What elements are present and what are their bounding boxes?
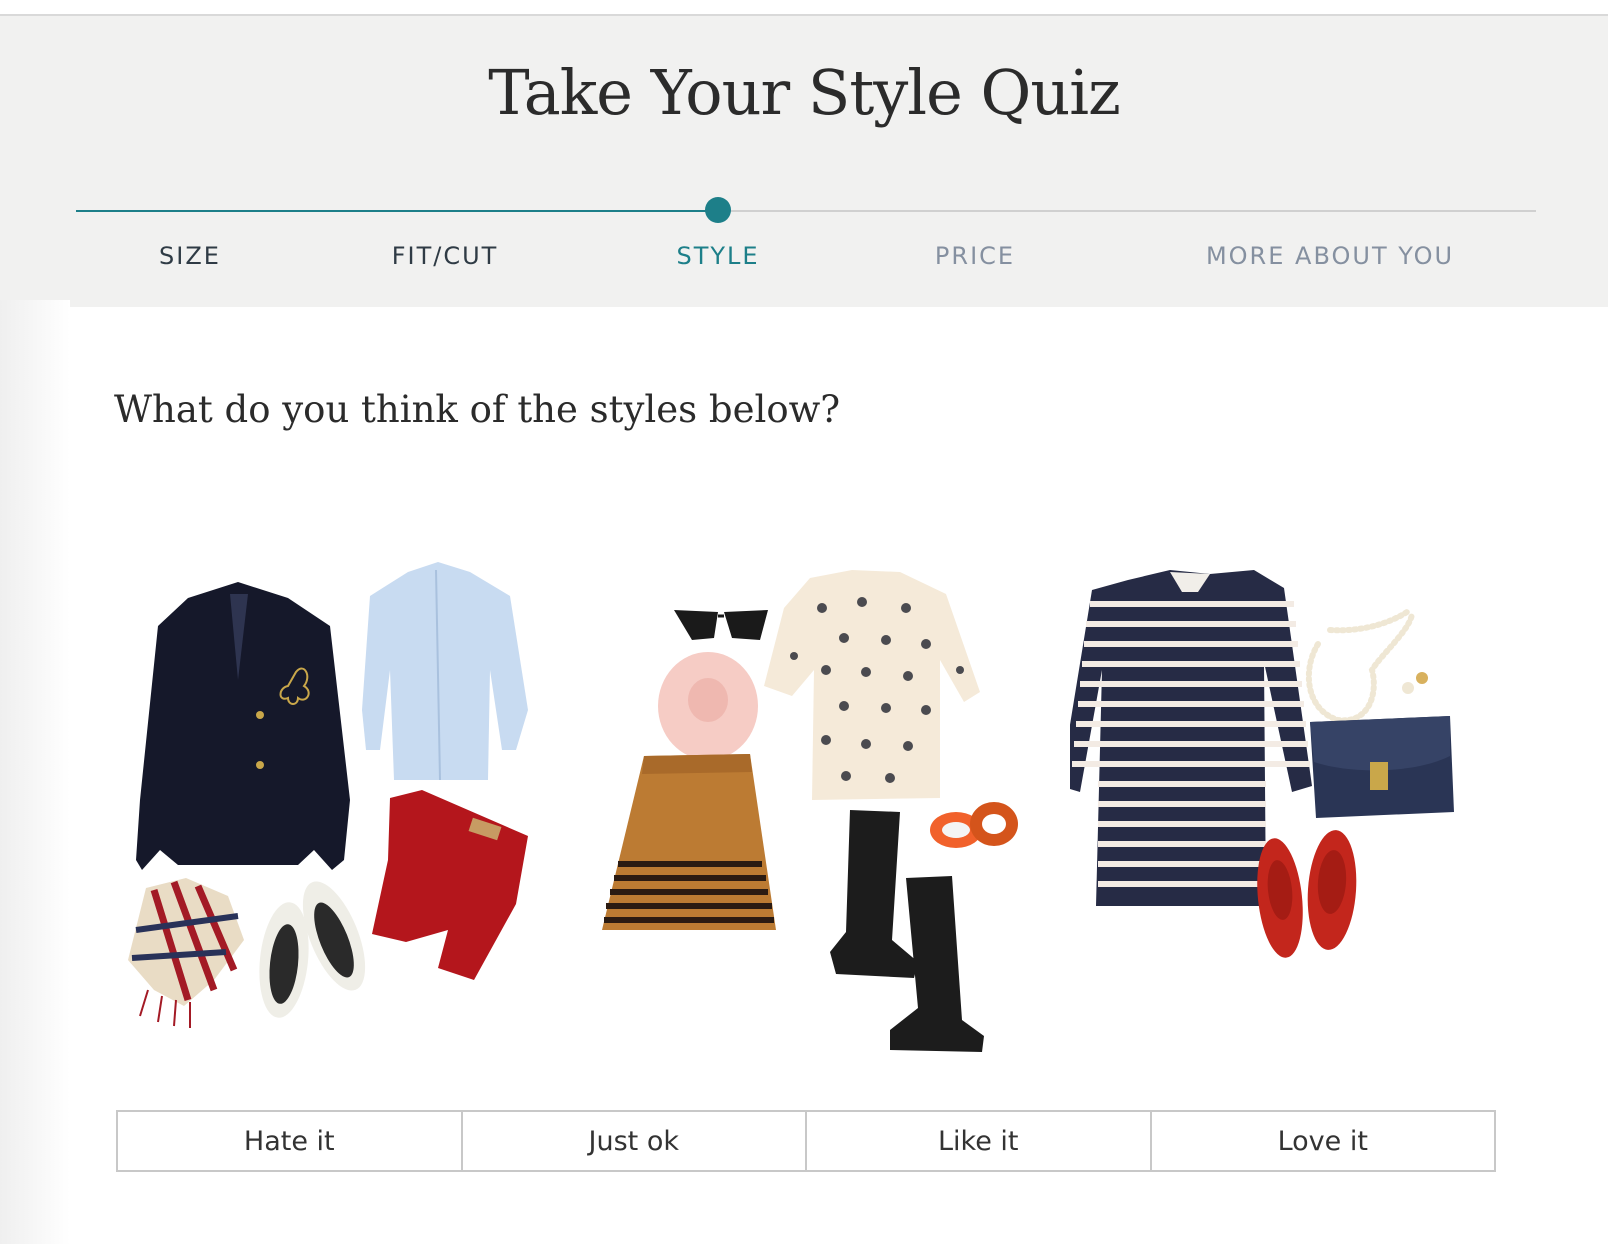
hate-it-button[interactable]: Hate it bbox=[118, 1112, 463, 1170]
outfit-polka-dot-image bbox=[602, 570, 1018, 1052]
navy-clutch bbox=[1310, 716, 1454, 818]
plaid-scarf bbox=[128, 878, 244, 1028]
left-page-shadow bbox=[0, 300, 70, 1244]
orange-bangles bbox=[930, 802, 1018, 848]
red-ballet-flats bbox=[1257, 830, 1357, 958]
progress-current-marker bbox=[705, 197, 731, 223]
rating-button-group: Hate it Just ok Like it Love it bbox=[116, 1110, 1496, 1172]
like-it-button[interactable]: Like it bbox=[807, 1112, 1152, 1170]
progress-track-remaining bbox=[718, 210, 1536, 212]
pearl-earrings bbox=[1402, 672, 1428, 694]
step-fit-cut[interactable]: FIT/CUT bbox=[370, 242, 520, 270]
red-jeans bbox=[372, 790, 528, 980]
cap-toe-flats bbox=[259, 881, 366, 1018]
step-style[interactable]: STYLE bbox=[648, 242, 788, 270]
step-price: PRICE bbox=[934, 242, 1016, 270]
outfit-stripes-image bbox=[1070, 570, 1454, 958]
step-size[interactable]: SIZE bbox=[130, 242, 250, 270]
outfit-preppy-image bbox=[128, 562, 528, 1028]
question-text: What do you think of the styles below? bbox=[114, 388, 841, 431]
love-it-button[interactable]: Love it bbox=[1151, 1112, 1494, 1170]
pink-scarf bbox=[658, 652, 758, 760]
sunglasses bbox=[674, 610, 768, 640]
page-title: Take Your Style Quiz bbox=[488, 56, 1121, 129]
light-blue-shirt bbox=[362, 562, 528, 781]
pearl-necklace bbox=[1305, 607, 1415, 724]
polka-dot-top bbox=[764, 570, 980, 800]
striped-pleated-skirt bbox=[602, 754, 776, 930]
progress-track-complete bbox=[76, 210, 718, 212]
just-ok-button[interactable]: Just ok bbox=[462, 1112, 807, 1170]
step-more-about-you: MORE ABOUT YOU bbox=[1205, 242, 1455, 270]
navy-blazer bbox=[136, 582, 350, 870]
